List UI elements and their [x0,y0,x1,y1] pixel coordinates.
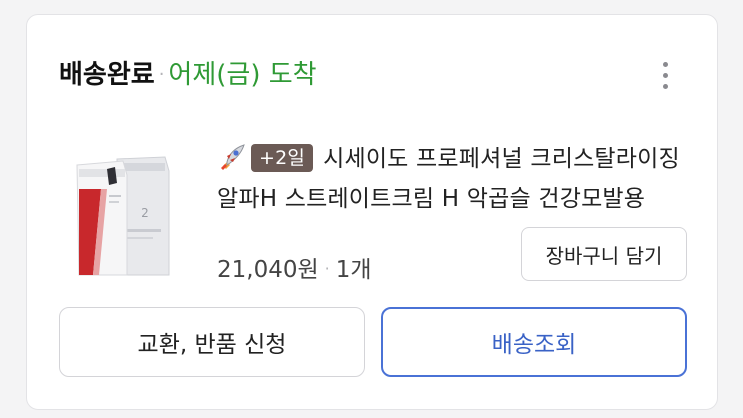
delivery-badge: +2일 [251,144,314,172]
add-to-cart-button[interactable]: 장바구니 담기 [521,227,687,281]
price-row: 21,040원 · 1개 [217,251,372,288]
delivery-status: 배송완료 · 어제(금) 도착 [59,57,317,93]
more-vertical-icon[interactable] [653,57,677,93]
price-separator: · [324,259,330,278]
status-label: 배송완료 [59,60,155,90]
order-card: 배송완료 · 어제(금) 도착 2 +2일 시세이도 프로페셔널 크리스탈라이징… [26,14,718,410]
exchange-return-button[interactable]: 교환, 반품 신청 [59,307,365,377]
arrival-date: 어제(금) 도착 [168,60,317,90]
rocket-icon [221,144,245,170]
product-image[interactable]: 2 [65,149,175,277]
product-price: 21,040원 [217,257,319,283]
product-quantity: 1개 [335,257,372,283]
product-image-label: 2 [141,206,149,220]
product-title-line[interactable]: +2일 시세이도 프로페셔널 크리스탈라이징 알파H 스트레이트크림 H 악곱슬 … [217,139,687,219]
status-separator: · [158,64,165,85]
product-info: +2일 시세이도 프로페셔널 크리스탈라이징 알파H 스트레이트크림 H 악곱슬 … [217,139,687,219]
track-delivery-button[interactable]: 배송조회 [381,307,687,377]
